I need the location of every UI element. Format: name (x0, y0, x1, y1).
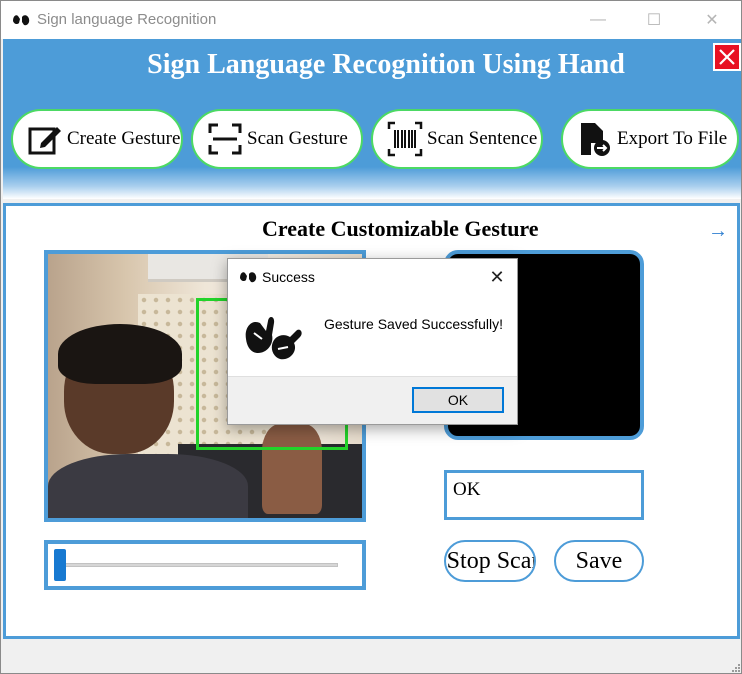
nav-label: Export To File (617, 128, 728, 149)
nav-label: Scan Gesture (247, 128, 348, 149)
close-icon (719, 49, 735, 65)
gesture-name-field[interactable]: OK (444, 470, 644, 520)
nav-label: Scan Sentence (427, 128, 538, 149)
camera-person-body (48, 454, 248, 518)
arrow-right-icon[interactable]: → (708, 220, 728, 243)
ok-button[interactable]: OK (412, 387, 504, 413)
app-heading: Sign Language Recognition Using Hand (147, 49, 625, 80)
scan-gesture-button[interactable]: Scan Gesture (191, 109, 363, 169)
save-button[interactable]: Save (554, 540, 644, 582)
header-banner: Sign Language Recognition Using Hand Cre… (3, 39, 741, 199)
resize-grip-icon[interactable] (731, 663, 741, 673)
nav-label: Create Gesture (67, 128, 181, 149)
export-to-file-button[interactable]: Export To File (561, 109, 739, 169)
edit-icon (28, 127, 61, 155)
slider-track[interactable] (60, 563, 338, 567)
export-file-icon (581, 123, 610, 156)
scan-frame-icon (208, 123, 242, 155)
app-window: Sign language Recognition — ☐ ✕ Sign Lan… (0, 0, 742, 674)
dialog-title-bar: Success ✕ (228, 259, 517, 295)
dialog-footer: OK (228, 376, 517, 424)
title-bar: Sign language Recognition — ☐ ✕ (1, 1, 741, 39)
window-title: Sign language Recognition (37, 11, 217, 28)
slider-thumb[interactable] (54, 549, 66, 581)
success-dialog: Success ✕ Gesture Saved Successfully! OK (227, 258, 518, 425)
dialog-title: Success (262, 269, 315, 285)
barcode-icon (387, 121, 423, 157)
stop-scan-label: Stop Scan (446, 547, 536, 574)
sign-language-icon (245, 317, 302, 360)
sign-hands-icon (13, 15, 30, 26)
threshold-slider[interactable] (44, 540, 366, 590)
stop-scan-button[interactable]: Stop Scan (444, 540, 536, 582)
dialog-message: Gesture Saved Successfully! (324, 316, 503, 332)
camera-person-hair (58, 324, 182, 384)
create-gesture-button[interactable]: Create Gesture (11, 109, 183, 169)
dialog-close-button[interactable]: ✕ (482, 263, 512, 291)
minimize-button[interactable]: — (575, 1, 621, 39)
maximize-button[interactable]: ☐ (631, 1, 677, 39)
window-close-button[interactable]: ✕ (689, 1, 735, 39)
panel-title: Create Customizable Gesture (262, 216, 539, 241)
scan-sentence-button[interactable]: Scan Sentence (371, 109, 543, 169)
app-close-button[interactable] (713, 43, 741, 71)
sign-hands-icon (240, 272, 257, 283)
